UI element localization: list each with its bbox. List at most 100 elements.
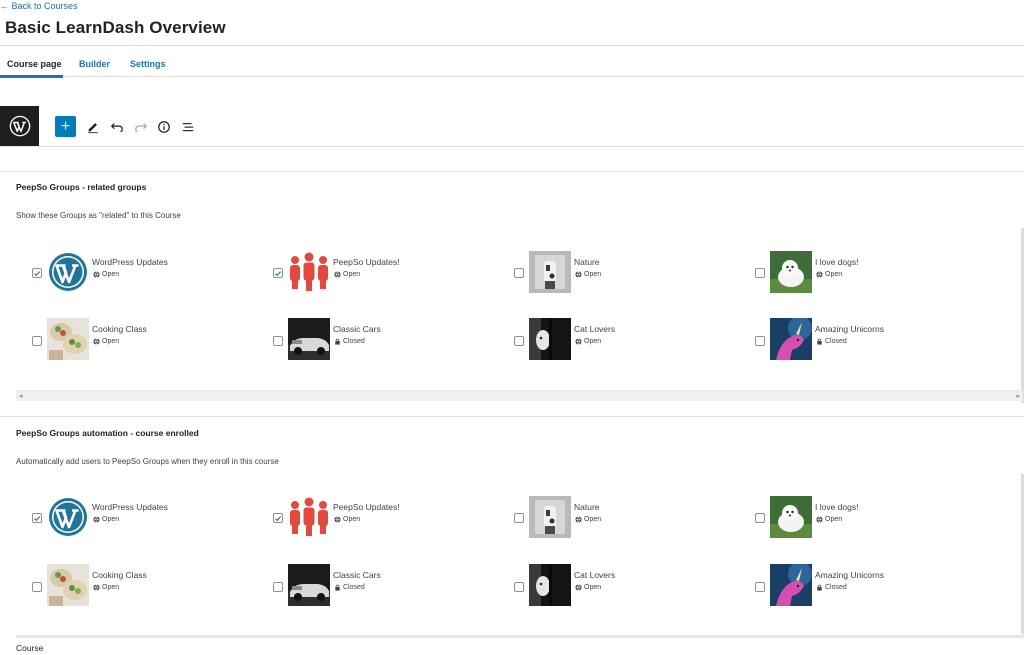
group-status-label: Closed — [343, 338, 365, 345]
group-status: Open — [575, 338, 601, 345]
tab-builder[interactable]: Builder — [79, 59, 110, 69]
section-divider — [0, 416, 1024, 417]
pencil-icon — [87, 122, 98, 133]
tab-settings[interactable]: Settings — [130, 59, 166, 69]
group-item[interactable]: Classic Cars Closed — [273, 564, 503, 608]
group-item[interactable]: WordPress Updates Open — [32, 251, 262, 295]
edit-tool-button[interactable] — [82, 116, 103, 137]
editor-toolbar: + — [0, 106, 1024, 147]
group-name: Cat Lovers — [574, 570, 616, 580]
group-item[interactable]: Cat Lovers Open — [514, 564, 744, 608]
globe-icon — [575, 516, 582, 523]
lock-icon — [335, 584, 340, 591]
globe-icon — [816, 271, 823, 278]
wordpress-logo-icon — [9, 115, 30, 137]
group-thumbnail — [529, 496, 571, 538]
group-status: Closed — [334, 584, 365, 591]
group-item[interactable]: WordPress Updates Open — [32, 496, 262, 540]
group-status-label: Open — [343, 516, 361, 523]
group-checkbox[interactable] — [273, 582, 283, 592]
globe-icon — [334, 516, 341, 523]
globe-icon — [334, 271, 341, 278]
group-checkbox[interactable] — [32, 268, 42, 278]
group-item[interactable]: PeepSo Updates! Open — [273, 496, 503, 540]
list-view-button[interactable] — [177, 116, 198, 137]
group-thumbnail — [288, 496, 330, 538]
group-name: Classic Cars — [333, 324, 381, 334]
group-checkbox[interactable] — [514, 513, 524, 523]
group-checkbox[interactable] — [32, 582, 42, 592]
group-thumbnail — [288, 564, 330, 606]
group-item[interactable]: Cooking Class Open — [32, 564, 262, 608]
globe-icon — [93, 516, 100, 523]
redo-icon — [134, 122, 147, 132]
group-status-label: Open — [102, 516, 120, 523]
group-status: Open — [93, 338, 119, 345]
info-icon — [157, 120, 170, 133]
wordpress-menu-button[interactable] — [0, 106, 39, 146]
group-checkbox[interactable] — [32, 336, 42, 346]
group-status: Open — [575, 516, 601, 523]
section-description-related-groups: Show these Groups as "related" to this C… — [16, 211, 181, 220]
group-checkbox[interactable] — [514, 268, 524, 278]
group-checkbox[interactable] — [755, 582, 765, 592]
group-status-label: Open — [584, 584, 602, 591]
group-item[interactable]: Cat Lovers Open — [514, 318, 744, 362]
group-status-label: Open — [825, 271, 843, 278]
group-checkbox[interactable] — [273, 268, 283, 278]
group-checkbox[interactable] — [273, 336, 283, 346]
group-item[interactable]: Classic Cars Closed — [273, 318, 503, 362]
group-name: I love dogs! — [815, 502, 859, 512]
group-status-label: Open — [102, 271, 120, 278]
group-name: Amazing Unicorns — [815, 570, 884, 580]
group-checkbox[interactable] — [514, 582, 524, 592]
globe-icon — [816, 516, 823, 523]
group-status-label: Open — [343, 271, 361, 278]
group-checkbox[interactable] — [514, 336, 524, 346]
group-item[interactable]: I love dogs! Open — [755, 496, 985, 540]
group-item[interactable]: Cooking Class Open — [32, 318, 262, 362]
group-checkbox[interactable] — [273, 513, 283, 523]
group-item[interactable]: PeepSo Updates! Open — [273, 251, 503, 295]
tab-bar: Course page Builder Settings — [0, 45, 1024, 78]
group-thumbnail — [529, 564, 571, 606]
section-description-groups-automation: Automatically add users to PeepSo Groups… — [16, 457, 279, 466]
undo-button[interactable] — [106, 116, 127, 137]
group-status-label: Open — [102, 584, 120, 591]
group-name: Classic Cars — [333, 570, 381, 580]
horizontal-scrollbar[interactable]: ◂ ▸ — [16, 390, 1023, 401]
group-item[interactable]: I love dogs! Open — [755, 251, 985, 295]
group-thumbnail — [47, 251, 89, 293]
undo-icon — [110, 122, 123, 132]
group-checkbox[interactable] — [755, 336, 765, 346]
redo-button[interactable] — [130, 116, 151, 137]
group-name: I love dogs! — [815, 257, 859, 267]
globe-icon — [93, 271, 100, 278]
group-item[interactable]: Amazing Unicorns Closed — [755, 564, 985, 608]
scroll-left-icon[interactable]: ◂ — [19, 392, 23, 400]
details-button[interactable] — [153, 116, 174, 137]
group-name: Cooking Class — [92, 570, 147, 580]
group-name: Cat Lovers — [574, 324, 616, 334]
back-to-courses-link[interactable]: ← Back to Courses — [0, 1, 78, 11]
list-view-icon — [182, 122, 193, 131]
checkmark-icon — [34, 515, 41, 521]
scroll-right-icon[interactable]: ▸ — [1016, 392, 1020, 400]
add-block-button[interactable]: + — [55, 116, 76, 137]
group-checkbox[interactable] — [755, 268, 765, 278]
group-thumbnail — [47, 564, 89, 606]
group-status: Open — [575, 584, 601, 591]
group-thumbnail — [47, 318, 89, 360]
group-status: Open — [334, 271, 360, 278]
breadcrumb[interactable]: Course — [16, 643, 43, 653]
group-item[interactable]: Nature Open — [514, 251, 744, 295]
checkmark-icon — [275, 270, 282, 276]
checkmark-icon — [34, 270, 41, 276]
lock-icon — [817, 338, 822, 345]
group-checkbox[interactable] — [755, 513, 765, 523]
tab-course-page[interactable]: Course page — [7, 59, 62, 69]
group-checkbox[interactable] — [32, 513, 42, 523]
group-thumbnail — [288, 251, 330, 293]
group-item[interactable]: Amazing Unicorns Closed — [755, 318, 985, 362]
group-item[interactable]: Nature Open — [514, 496, 744, 540]
